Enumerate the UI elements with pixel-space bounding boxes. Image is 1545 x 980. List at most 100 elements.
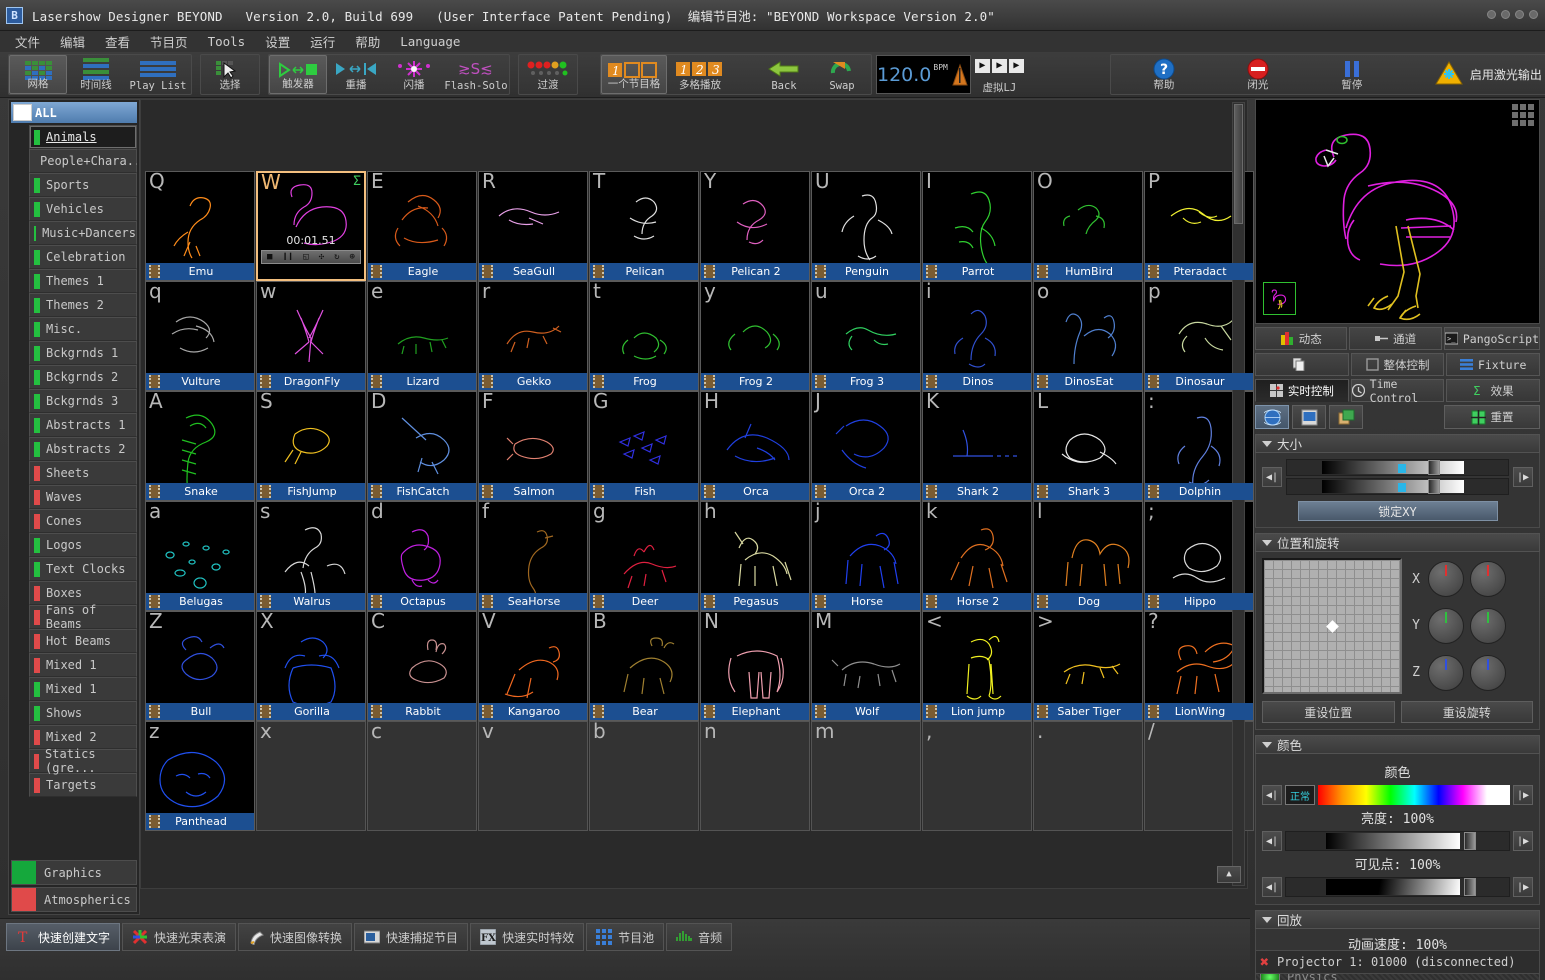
grid-cell[interactable]: yFrog 2 [700,281,810,391]
knob-x-0[interactable] [1428,561,1464,597]
size-prev-arrow[interactable]: ◀| [1262,467,1282,487]
grid-cell[interactable]: qVulture [145,281,255,391]
grid-cell[interactable]: kHorse 2 [922,501,1032,611]
sidebar-item-abstracts-1[interactable]: Abstracts 1 [29,413,137,437]
grid-cell[interactable]: ZBull [145,611,255,721]
grid-cell[interactable]: c [367,721,477,831]
grid-cell[interactable]: HOrca [700,391,810,501]
menu-item-2[interactable]: 查看 [102,31,133,52]
pause-button[interactable]: ❙❙ [282,253,293,262]
quick-tool-tabs[interactable]: T快速创建文字快速光束表演快速图像转换快速捕捉节目FX快速实时特效节目池音频 [6,923,1250,951]
brightness-next-arrow[interactable]: |▶ [1513,831,1533,851]
sidebar-item-sheets[interactable]: Sheets [29,461,137,485]
laser-preview[interactable] [1255,99,1540,324]
sidebar-item-shows[interactable]: Shows [29,701,137,725]
toolbar-grid-button[interactable]: 网格 [9,55,67,94]
knob-x-1[interactable] [1470,561,1506,597]
sidebar-item-sports[interactable]: Sports [29,173,137,197]
grid-cell[interactable]: jHorse [811,501,921,611]
playback-section-header[interactable]: 回放 [1255,910,1540,929]
tab-row-2[interactable]: 整体控制Fixture [1255,353,1540,376]
grid-cell[interactable]: IParrot [922,171,1032,281]
sidebar-item-misc[interactable]: Misc. [29,317,137,341]
menu-item-4[interactable]: Tools [205,33,249,50]
toolbar-pause-button[interactable]: 暂停 [1323,55,1381,94]
sidebar-item-cones[interactable]: Cones [29,509,137,533]
bottom-tab-audio[interactable]: 音频 [666,923,732,951]
sidebar-item-abstracts-2[interactable]: Abstracts 2 [29,437,137,461]
grid-cell[interactable]: hPegasus [700,501,810,611]
tab--[interactable]: Σ效果 [1446,379,1540,402]
tab--[interactable]: 通道 [1349,327,1441,350]
brightness-slider[interactable] [1285,831,1510,851]
menu-item-8[interactable]: Language [397,33,463,50]
sidebar-item-list[interactable]: AnimalsPeople+Chara...SportsVehiclesMusi… [11,125,137,858]
grid-cell[interactable]: OHumBird [1033,171,1143,281]
tab-copy-icon[interactable] [1255,353,1349,376]
grid-cell[interactable]: v [478,721,588,831]
bottom-tab-beam-show[interactable]: 快速光束表演 [122,923,236,951]
points-slider[interactable] [1285,877,1510,897]
stop-button[interactable]: ■ [267,253,272,262]
grid-cell[interactable]: zPanthead [145,721,255,831]
toolbar-single-cell-button[interactable]: 1 一个节目格 [601,55,667,94]
grid-cell[interactable]: TPelican [589,171,699,281]
sidebar-item-mixed-1[interactable]: Mixed 1 [29,653,137,677]
grid-cell[interactable]: UPenguin [811,171,921,281]
cell-transport-controls[interactable]: ■❙❙◱✣↻⊕ [261,250,361,264]
mode-button-row[interactable]: 重置 [1255,405,1540,429]
toolbar-flash-solo-button[interactable]: ≳S≲ Flash-Solo [443,55,509,94]
layers-icon-button[interactable] [1329,405,1363,429]
sidebar-item-mixed-1[interactable]: Mixed 1 [29,677,137,701]
size-x-slider[interactable] [1286,459,1509,476]
toolbar-select-button[interactable]: 选择 [201,55,259,94]
grid-cell[interactable]: JOrca 2 [811,391,921,501]
grid-cell[interactable]: m [811,721,921,831]
window-buttons[interactable] [1487,10,1538,19]
grid-cell[interactable]: BBear [589,611,699,721]
reset-rotation-button[interactable]: 重设旋转 [1401,701,1534,723]
sidebar-item-all[interactable]: ALL [11,102,137,123]
grid-cell[interactable]: >Saber Tiger [1033,611,1143,721]
sidebar-legend-atmospherics[interactable]: Atmospherics [11,887,137,912]
grid-cell[interactable]: XGorilla [256,611,366,721]
grid-cell[interactable]: lDog [1033,501,1143,611]
sidebar-item-animals[interactable]: Animals [29,125,137,149]
grid-cell[interactable]: LShark 3 [1033,391,1143,501]
grid-cell[interactable]: DFishCatch [367,391,477,501]
menu-item-7[interactable]: 帮助 [352,31,383,52]
grid-cell[interactable]: wDragonFly [256,281,366,391]
sidebar-item-waves[interactable]: Waves [29,485,137,509]
sidebar-item-bckgrnds-3[interactable]: Bckgrnds 3 [29,389,137,413]
grid-cell[interactable]: KShark 2 [922,391,1032,501]
toolbar-playlist-button[interactable]: Play List [125,55,191,94]
color-prev-arrow[interactable]: ◀| [1262,785,1282,805]
grid-cell[interactable]: WΣ00:01.51■❙❙◱✣↻⊕ [256,171,366,281]
grid-cell[interactable]: aBelugas [145,501,255,611]
globe-icon-button[interactable] [1255,405,1289,429]
reset-button[interactable]: 重置 [1444,405,1540,429]
grid-cell[interactable]: x [256,721,366,831]
grid-cell[interactable]: iDinos [922,281,1032,391]
tab--[interactable]: 动态 [1255,327,1347,350]
sidebar-item-boxes[interactable]: Boxes [29,581,137,605]
minimize-button[interactable] [1487,10,1496,19]
preview-thumbnail[interactable] [1263,282,1296,315]
toolbar-swap-button[interactable]: Swap [813,55,871,94]
position-section-header[interactable]: 位置和旋转 [1255,533,1540,552]
grid-cell[interactable]: fSeaHorse [478,501,588,611]
tab--[interactable]: 整体控制 [1351,353,1445,376]
sidebar-item-people-chara[interactable]: People+Chara... [29,149,137,173]
toolbar-multi-cell-button[interactable]: 1 2 3 多格播放 [667,55,733,94]
sidebar-item-logos[interactable]: Logos [29,533,137,557]
toolbar-transition-button[interactable]: 过渡 [519,55,577,94]
bottom-tab-capture[interactable]: 快速捕捉节目 [354,923,468,951]
menu-item-1[interactable]: 编辑 [57,31,88,52]
size-section-header[interactable]: 大小 [1255,434,1540,453]
sidebar-item-themes-2[interactable]: Themes 2 [29,293,137,317]
xy-position-pad[interactable] [1262,558,1402,694]
sidebar-item-bckgrnds-2[interactable]: Bckgrnds 2 [29,365,137,389]
knob-y-0[interactable] [1428,608,1464,644]
color-mode-value[interactable]: 正常 [1285,785,1315,805]
grid-cell[interactable]: QEmu [145,171,255,281]
